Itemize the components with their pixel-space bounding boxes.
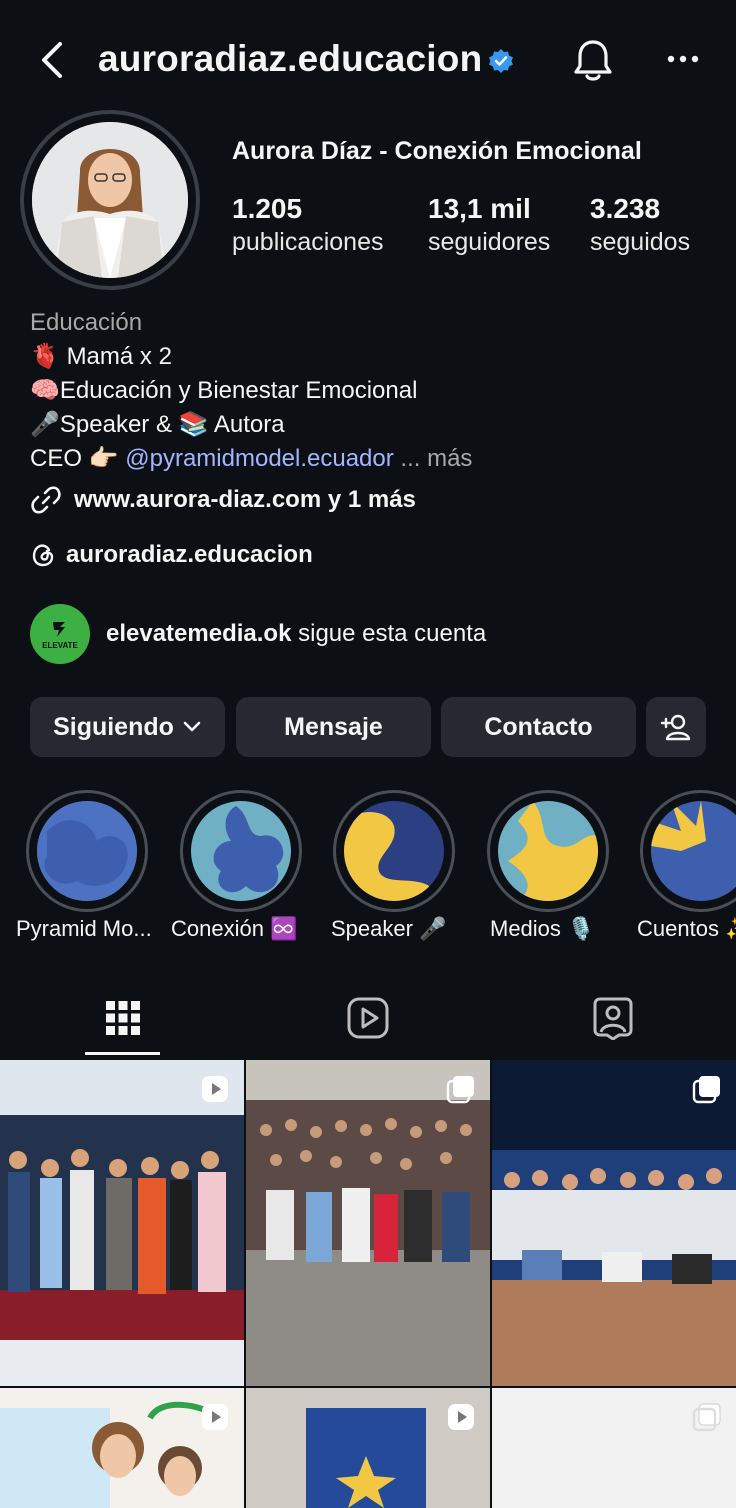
bio-text: Autora (213, 411, 285, 438)
profile-category: Educación (30, 309, 143, 336)
mutual-follow-row[interactable]: ELEVATE elevatemedia.ok sigue esta cuent… (30, 604, 486, 664)
verified-badge-icon (488, 48, 514, 74)
profile-username: auroradiaz.educacion (98, 38, 483, 79)
post-thumbnail[interactable] (492, 1388, 736, 1508)
elevate-logo[interactable]: ELEVATE (30, 604, 90, 664)
post-image-event-group (492, 1060, 736, 1386)
profile-full-name: Aurora Díaz - Conexión Emocional (232, 137, 642, 165)
bio-line-3: 🎤Speaker & 📚 Autora (30, 408, 285, 442)
microphone-emoji: 🎤 (30, 411, 60, 438)
elevate-logo-text: ELEVATE (42, 640, 78, 650)
message-button[interactable]: Mensaje (236, 697, 431, 757)
reels-icon (347, 997, 389, 1039)
bio-text: Mamá x 2 (66, 343, 172, 370)
highlight-label-speaker[interactable]: Speaker 🎤 (331, 916, 446, 942)
threads-username[interactable]: auroradiaz.educacion (66, 541, 313, 569)
carousel-badge-icon (446, 1076, 474, 1104)
active-tab-indicator (85, 1052, 160, 1055)
post-thumbnail[interactable] (246, 1060, 490, 1386)
highlight-label-cuentos[interactable]: Cuentos ✨ (637, 916, 736, 942)
highlight-art (498, 801, 598, 901)
threads-icon (32, 544, 54, 567)
highlight-label-conexion[interactable]: Conexión ♾️ (171, 916, 297, 942)
bio-line-4: CEO 👉🏻 @pyramidmodel.ecuador ... más (30, 442, 472, 476)
post-image-crowd (246, 1060, 490, 1386)
bell-icon[interactable] (570, 36, 616, 84)
message-button-label: Mensaje (284, 712, 383, 741)
books-emoji: 📚 (178, 411, 209, 438)
bio-text: Educación y Bienestar Emocional (59, 377, 418, 404)
highlight-art (651, 801, 736, 901)
following-label[interactable]: seguidos (590, 228, 690, 257)
post-thumbnail[interactable] (492, 1060, 736, 1386)
followers-count[interactable]: 13,1 mil (428, 193, 531, 225)
tab-tagged[interactable] (583, 990, 643, 1046)
tab-reels[interactable] (338, 990, 398, 1046)
bio-text: CEO (30, 445, 83, 472)
contact-button[interactable]: Contacto (441, 697, 636, 757)
back-arrow-icon[interactable] (34, 38, 74, 82)
highlight-cuentos[interactable] (640, 790, 736, 912)
highlight-art (191, 801, 291, 901)
more-text-link[interactable]: ... más (400, 445, 472, 472)
post-thumbnail[interactable] (246, 1388, 490, 1508)
posts-label[interactable]: publicaciones (232, 228, 384, 257)
reel-badge-icon (202, 1404, 228, 1430)
reel-badge-icon (202, 1076, 228, 1102)
following-button[interactable]: Siguiendo (30, 697, 225, 757)
mutual-follower-name[interactable]: elevatemedia.ok (106, 620, 291, 647)
post-image-stage-group (0, 1060, 244, 1386)
link-icon (31, 486, 61, 514)
mutual-follow-text: sigue esta cuenta (298, 620, 487, 647)
website-link[interactable]: www.aurora-diaz.com y 1 más (30, 484, 416, 516)
tab-posts-grid[interactable] (93, 990, 153, 1046)
anatomical-heart-emoji: 🫀 (30, 343, 60, 370)
highlight-pyramid[interactable] (26, 790, 148, 912)
highlight-medios[interactable] (487, 790, 609, 912)
add-user-button[interactable] (646, 697, 706, 757)
bio-text: Speaker & (59, 411, 172, 438)
bio-line-1: 🫀 Mamá x 2 (30, 340, 172, 374)
elevate-mark-icon (53, 621, 65, 637)
add-user-icon (660, 714, 691, 741)
grid-icon (106, 1001, 140, 1035)
carousel-badge-icon (692, 1403, 721, 1432)
post-thumbnail[interactable] (0, 1060, 244, 1386)
highlight-art (37, 801, 137, 901)
bio-line-2: 🧠Educación y Bienestar Emocional (30, 374, 417, 408)
chevron-down-icon (183, 721, 201, 732)
carousel-badge-icon (692, 1076, 720, 1104)
posts-count[interactable]: 1.205 (232, 193, 302, 225)
highlight-speaker[interactable] (333, 790, 455, 912)
brain-emoji: 🧠 (30, 377, 60, 404)
pointing-hand-emoji: 👉🏻 (88, 445, 119, 472)
website-link-text[interactable]: www.aurora-diaz.com y 1 más (74, 486, 416, 514)
highlight-label-medios[interactable]: Medios 🎙️ (490, 916, 594, 942)
post-thumbnail[interactable] (0, 1388, 244, 1508)
highlight-art (344, 801, 444, 901)
followers-label[interactable]: seguidores (428, 228, 550, 257)
threads-link[interactable]: auroradiaz.educacion (30, 541, 313, 569)
tagged-icon (593, 997, 633, 1040)
following-button-label: Siguiendo (53, 712, 174, 741)
highlight-label-pyramid[interactable]: Pyramid Mo... (16, 916, 152, 942)
avatar[interactable] (32, 122, 188, 278)
more-icon[interactable] (660, 44, 706, 74)
top-bar: auroradiaz.educacion (0, 0, 736, 120)
mention-link[interactable]: @pyramidmodel.ecuador (125, 445, 394, 472)
contact-button-label: Contacto (484, 712, 593, 741)
reel-badge-icon (448, 1404, 474, 1430)
highlight-conexion[interactable] (180, 790, 302, 912)
following-count[interactable]: 3.238 (590, 193, 660, 225)
